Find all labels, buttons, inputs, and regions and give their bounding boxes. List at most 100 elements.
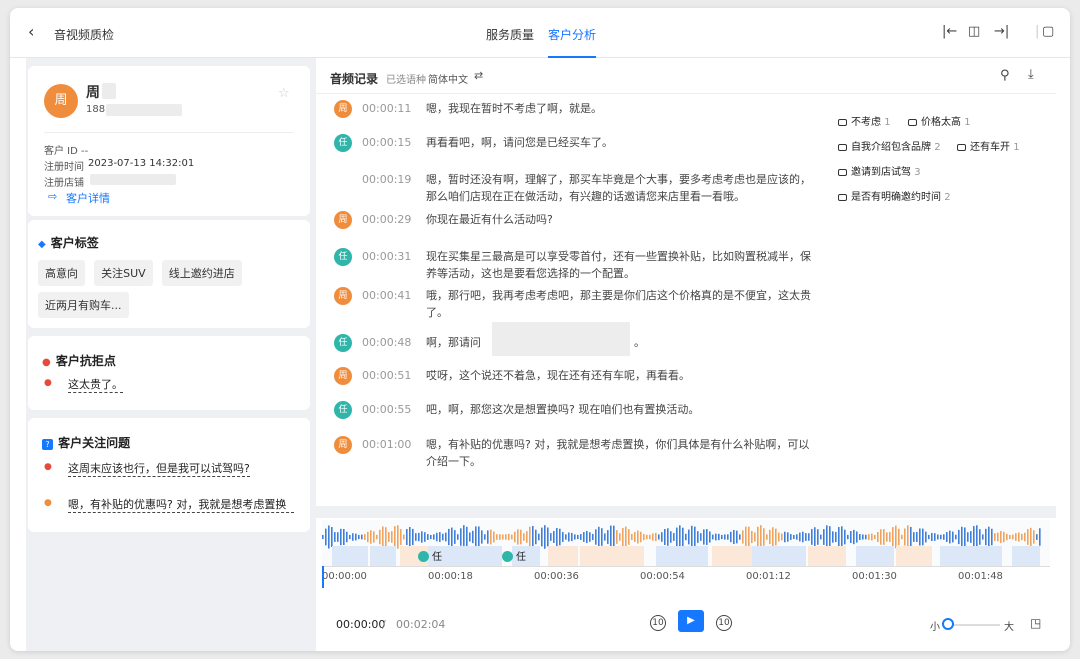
keyword-tag[interactable]: 是否有明确邀约时间 2 <box>838 188 951 203</box>
tag-item[interactable]: 关注SUV <box>94 260 153 286</box>
tag-icon <box>838 143 847 151</box>
speaker-segment[interactable] <box>1012 546 1040 566</box>
time-separator: / <box>382 618 386 631</box>
waveform-bar <box>925 531 927 543</box>
total-time: 00:02:04 <box>396 618 446 631</box>
message-time[interactable]: 00:00:11 <box>362 100 411 117</box>
play-button[interactable]: ▶ <box>678 610 704 632</box>
collapse-right-icon[interactable]: →| <box>994 24 1009 39</box>
waveform-bar <box>388 532 390 542</box>
tag-item[interactable]: 高意向 <box>38 260 85 286</box>
phone-mask <box>106 104 182 116</box>
waveform-bar <box>1006 533 1008 541</box>
waveform-bar <box>949 530 951 544</box>
speaker-segment[interactable] <box>332 546 368 566</box>
speaker-segment[interactable] <box>370 546 396 566</box>
forward-10-icon[interactable]: 10 <box>716 615 732 631</box>
speaker-segment[interactable] <box>580 546 644 566</box>
volume-handle[interactable] <box>942 618 954 630</box>
objection-item[interactable]: 这太贵了。 <box>68 376 123 393</box>
waveform-bar <box>709 531 711 543</box>
speaker-segment[interactable] <box>856 546 894 566</box>
message-time[interactable]: 00:00:51 <box>362 367 411 384</box>
message-time[interactable]: 00:00:41 <box>362 287 411 304</box>
swap-icon[interactable]: ⇄ <box>474 69 483 82</box>
tag-item[interactable]: 近两月有购车... <box>38 292 129 318</box>
concern-item[interactable]: 嗯，有补贴的优惠吗? 对，我就是想考虑置换 <box>68 496 294 513</box>
keyword-tag[interactable]: 邀请到店试驾 3 <box>838 163 921 178</box>
waveform-bar <box>868 534 870 540</box>
keyword-tag[interactable]: 自我介绍包含品牌 2 <box>838 138 941 153</box>
tags-title: 客户标签 <box>50 236 99 250</box>
message-icon[interactable]: ▢ <box>1042 24 1054 39</box>
speaker-segment[interactable] <box>548 546 578 566</box>
waveform-bar <box>571 532 573 542</box>
waveform-bar <box>442 533 444 541</box>
concern-item[interactable]: 这周末应该也行，但是我可以试驾吗? <box>68 460 250 477</box>
waveform-bar <box>880 529 882 545</box>
tag-item[interactable]: 线上邀约进店 <box>161 260 242 286</box>
back-arrow-icon[interactable]: ‹ <box>28 22 34 41</box>
message-time[interactable]: 00:01:00 <box>362 436 411 453</box>
speaker-segment[interactable] <box>940 546 1002 566</box>
message-time[interactable]: 00:00:19 <box>362 171 411 188</box>
waveform-bar <box>562 532 564 542</box>
customer-sidebar: 周 周 188 ☆ 客户 ID -- 注册时间 2023-07-13 14:32… <box>26 58 316 651</box>
message-text: 现在买集星三最高是可以享受零首付，还有一些置换补贴，比如购置税减半，保养等活动，… <box>426 250 811 280</box>
waveform-bar <box>652 533 654 541</box>
message-time[interactable]: 00:00:15 <box>362 134 411 151</box>
customer-name: 周 <box>86 85 100 101</box>
message-time[interactable]: 00:00:31 <box>362 248 411 265</box>
waveform-bar <box>841 526 843 548</box>
collapse-left-icon[interactable]: |← <box>942 24 957 39</box>
split-view-icon[interactable]: ◫ <box>968 24 980 39</box>
keyword-tag[interactable]: 价格太高 1 <box>908 113 971 128</box>
speaker-segment[interactable] <box>896 546 932 566</box>
tab-customer-analysis[interactable]: 客户分析 <box>548 26 597 58</box>
waveform-bar <box>529 526 531 548</box>
waveform-bar <box>382 526 384 548</box>
waveform-bar <box>805 533 807 541</box>
segment-speaker-label[interactable]: 任 <box>516 548 526 563</box>
speaker-avatar: 周 <box>334 211 352 229</box>
rewind-10-icon[interactable]: 10 <box>650 615 666 631</box>
search-icon[interactable]: ⚲ <box>1000 68 1010 83</box>
top-bar: ‹ 音视频质检 服务质量 客户分析 |← ◫ →| | ▢ <box>10 8 1070 58</box>
flame-icon: ● <box>44 378 52 388</box>
speaker-avatar: 周 <box>334 436 352 454</box>
waveform-bar <box>550 533 552 541</box>
segment-speaker-label[interactable]: 任 <box>432 548 442 563</box>
waveform-bar <box>790 534 792 540</box>
objections-header: ● 客户抗拒点 <box>42 350 116 369</box>
speaker-segment[interactable] <box>808 546 846 566</box>
language-value[interactable]: 简体中文 <box>428 71 468 86</box>
waveform-bar <box>922 528 924 546</box>
timeline-ruler[interactable]: 00:00:00 00:00:18 00:00:36 00:00:54 00:0… <box>322 566 1050 588</box>
waveform-bar <box>664 528 666 546</box>
message-time[interactable]: 00:00:48 <box>362 334 411 351</box>
speaker-avatar: 任 <box>334 401 352 419</box>
waveform-bar <box>538 533 540 541</box>
speaker-icon[interactable]: ◳ <box>1030 616 1041 630</box>
speaker-segment[interactable] <box>752 546 806 566</box>
pin-icon[interactable]: ☆ <box>278 86 290 101</box>
keyword-tag[interactable]: 还有车开 1 <box>957 138 1020 153</box>
customer-detail-link[interactable]: 客户详情 <box>66 190 110 206</box>
speaker-segment[interactable] <box>656 546 708 566</box>
waveform-bar <box>400 529 402 545</box>
waveform-bar <box>487 530 489 544</box>
download-icon[interactable]: ⤓ <box>1028 67 1034 82</box>
tab-service-quality[interactable]: 服务质量 <box>486 26 534 58</box>
keyword-tag[interactable]: 不考虑 1 <box>838 113 891 128</box>
language-label: 已选语种 <box>386 75 426 86</box>
message-time[interactable]: 00:00:29 <box>362 211 411 228</box>
waveform-bar <box>670 531 672 543</box>
tag-icon <box>838 168 847 176</box>
speaker-segment[interactable] <box>712 546 752 566</box>
tag-icon: ◆ <box>38 239 46 250</box>
message-time[interactable]: 00:00:55 <box>362 401 411 418</box>
waveform-bar <box>952 531 954 543</box>
customer-tags-card: ◆ 客户标签 高意向 关注SUV 线上邀约进店 近两月有购车... <box>28 220 310 328</box>
waveform-bar <box>787 532 789 542</box>
waveform-bar <box>973 526 975 548</box>
